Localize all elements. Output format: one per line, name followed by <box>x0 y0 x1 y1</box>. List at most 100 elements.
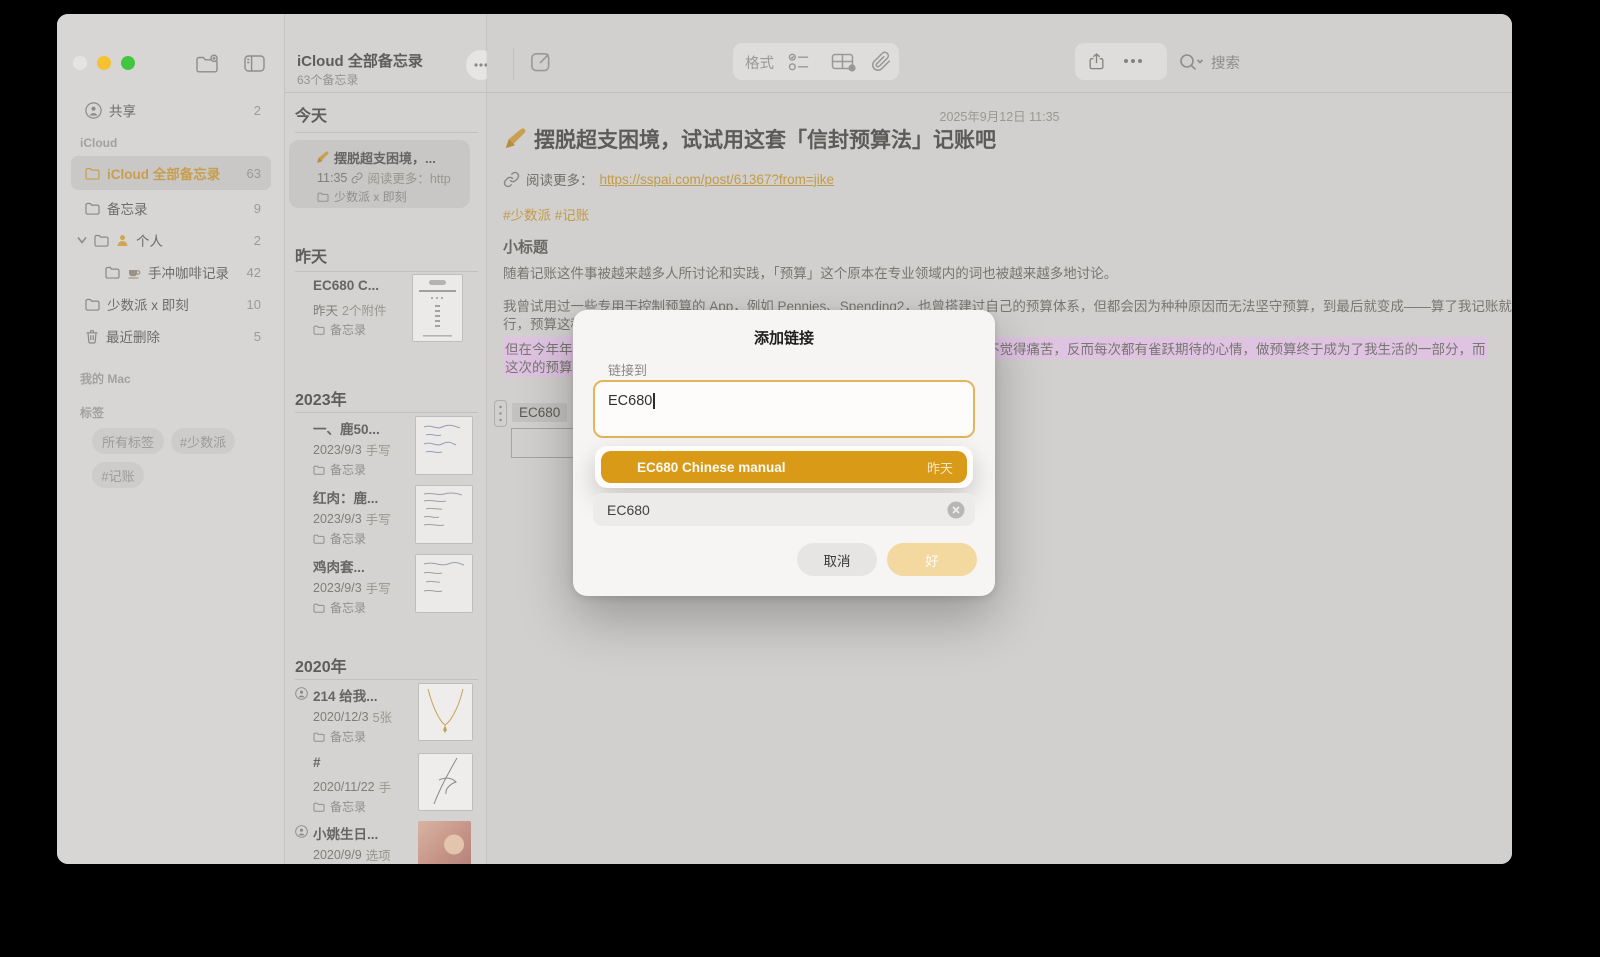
note-thumbnail-handwriting <box>415 416 473 475</box>
link-name-field[interactable]: EC680 <box>593 493 975 526</box>
note-card-folder-row: 备忘录 <box>313 530 366 547</box>
sidebar-item-coffee-notes[interactable]: 手冲咖啡记录 42 <box>71 256 271 288</box>
header-separator <box>285 92 1512 93</box>
notes-list-pane: iCloud 全部备忘录 63个备忘录 今天 摆脱超支困境，... <box>285 14 487 864</box>
sidebar-item-count: 5 <box>254 329 261 344</box>
note-card-budget[interactable]: 摆脱超支困境，... 11:35 阅读更多：http 少数派 x 即刻 <box>289 140 470 208</box>
clear-field-button[interactable] <box>947 501 965 519</box>
note-snippet: 手写 <box>366 509 391 528</box>
folder-icon <box>85 202 100 215</box>
note-card-214[interactable]: 214 给我... 2020/12/3 5张 备忘录 <box>285 681 487 747</box>
table-icon <box>831 53 857 72</box>
coffee-emoji-icon <box>127 266 141 279</box>
toolbar-divider <box>513 48 514 80</box>
close-window-button[interactable] <box>73 56 87 70</box>
note-card-redmeat[interactable]: 红肉：鹿... 2023/9/3 手写 备忘录 <box>285 483 487 549</box>
list-note-count: 63个备忘录 <box>297 71 358 88</box>
sidebar-item-sspai-jike[interactable]: 少数派 x 即刻 10 <box>71 288 271 320</box>
note-thumbnail-handwriting <box>415 485 473 544</box>
writing-hand-icon <box>503 127 527 151</box>
note-card-snippet-row: 2020/11/22 手 <box>313 777 391 796</box>
suggestion-date: 昨天 <box>927 458 953 477</box>
drag-handle[interactable] <box>494 400 507 427</box>
toggle-sidebar-button[interactable] <box>244 55 265 72</box>
shared-person-icon <box>295 825 308 838</box>
sidebar-item-label: iCloud 全部备忘录 <box>107 163 220 183</box>
note-folder: 备忘录 <box>330 321 366 338</box>
ok-button[interactable]: 好 <box>887 543 977 576</box>
link-icon <box>503 171 520 188</box>
note-tags[interactable]: #少数派 #记账 <box>503 204 589 224</box>
sidebar-item-label: 手冲咖啡记录 <box>148 262 229 282</box>
sidebar-item-count: 2 <box>254 233 261 248</box>
note-time: 2020/11/22 <box>313 780 375 794</box>
note-thumbnail-photo <box>418 821 471 864</box>
note-card-ec680[interactable]: EC680 C... 昨天 2个附件 备忘录 <box>285 272 487 362</box>
link-target-input[interactable]: EC680 <box>593 380 975 438</box>
note-card-birthday[interactable]: 小姚生日... 2020/9/9 选项 <box>285 819 487 864</box>
note-card-chicken[interactable]: 鸡肉套... 2023/9/3 手写 备忘录 <box>285 552 487 618</box>
note-thumbnail-necklace <box>418 683 473 741</box>
note-subheading: 小标题 <box>503 236 548 257</box>
text-caret <box>653 393 655 409</box>
note-folder: 少数派 x 即刻 <box>334 188 407 205</box>
link-target-value: EC680 <box>608 393 652 409</box>
list-title: iCloud 全部备忘录 <box>297 50 423 71</box>
folder-icon <box>313 802 325 812</box>
note-folder: 备忘录 <box>330 599 366 616</box>
new-folder-button[interactable] <box>195 54 219 74</box>
note-card-hash[interactable]: # 2020/11/22 手 备忘录 <box>285 751 487 817</box>
folder-icon <box>313 603 325 613</box>
chevron-down-icon[interactable] <box>77 236 87 244</box>
note-time: 2020/9/9 <box>313 848 362 862</box>
tag-label: #少数派 <box>180 432 226 451</box>
tag-pill-jizhang[interactable]: #记账 <box>92 462 144 488</box>
new-note-button[interactable] <box>529 50 552 73</box>
note-card-snippet-row: 2023/9/3 手写 <box>313 440 391 459</box>
more-button[interactable] <box>1123 58 1143 64</box>
zoom-window-button[interactable] <box>121 56 135 70</box>
share-button[interactable] <box>1087 50 1106 73</box>
note-card-deer-1[interactable]: 一、鹿50... 2023/9/3 手写 备忘录 <box>285 414 487 480</box>
suggestion-item-ec680-manual[interactable]: EC680 Chinese manual 昨天 <box>601 451 967 483</box>
sidebar-item-count: 2 <box>254 103 261 118</box>
sidebar-item-personal[interactable]: 个人 2 <box>71 224 271 256</box>
folder-icon <box>94 234 109 247</box>
person-circle-icon <box>85 102 102 119</box>
folder-icon <box>313 465 325 475</box>
note-folder: 备忘录 <box>330 798 366 815</box>
minimize-window-button[interactable] <box>97 56 111 70</box>
search-button[interactable]: 搜索 <box>1179 52 1240 73</box>
checklist-button[interactable] <box>788 52 811 72</box>
sidebar-item-label: 最近删除 <box>106 326 160 346</box>
table-button[interactable] <box>831 53 857 72</box>
tag-pill-sspai[interactable]: #少数派 <box>171 428 235 454</box>
read-more-link[interactable]: https://sspai.com/post/61367?from=jike <box>600 172 835 187</box>
note-folder: 备忘录 <box>330 461 366 478</box>
attach-button[interactable] <box>871 50 892 73</box>
note-card-folder-row: 备忘录 <box>313 599 366 616</box>
list-section-2023: 2023年 <box>295 386 347 410</box>
list-section-yesterday: 昨天 <box>295 243 327 267</box>
folder-icon <box>85 298 100 311</box>
sidebar-item-count: 42 <box>247 265 261 280</box>
sidebar-item-memos[interactable]: 备忘录 9 <box>71 192 271 224</box>
sidebar-toggle-icon <box>244 55 265 72</box>
note-card-snippet-row: 11:35 阅读更多：http <box>317 168 451 187</box>
sidebar-item-recently-deleted[interactable]: 最近删除 5 <box>71 320 271 352</box>
clear-x-icon <box>947 501 965 519</box>
note-snippet: 2个附件 <box>342 300 386 319</box>
list-separator <box>295 132 478 133</box>
list-section-2020: 2020年 <box>295 653 347 677</box>
note-card-folder-row: 备忘录 <box>313 728 366 745</box>
read-more-label: 阅读更多： <box>526 169 594 189</box>
note-thumbnail-manual <box>412 274 463 342</box>
tag-pill-all-tags[interactable]: 所有标签 <box>92 428 164 454</box>
cancel-button[interactable]: 取消 <box>797 543 877 576</box>
sidebar-item-shared[interactable]: 共享 2 <box>71 94 271 126</box>
format-button[interactable]: 格式 <box>745 52 774 73</box>
share-icon <box>1087 50 1106 73</box>
selected-inline-text[interactable]: EC680 <box>512 403 567 422</box>
sidebar-item-all-notes[interactable]: iCloud 全部备忘录 63 <box>71 156 271 190</box>
sidebar-item-count: 10 <box>247 297 261 312</box>
